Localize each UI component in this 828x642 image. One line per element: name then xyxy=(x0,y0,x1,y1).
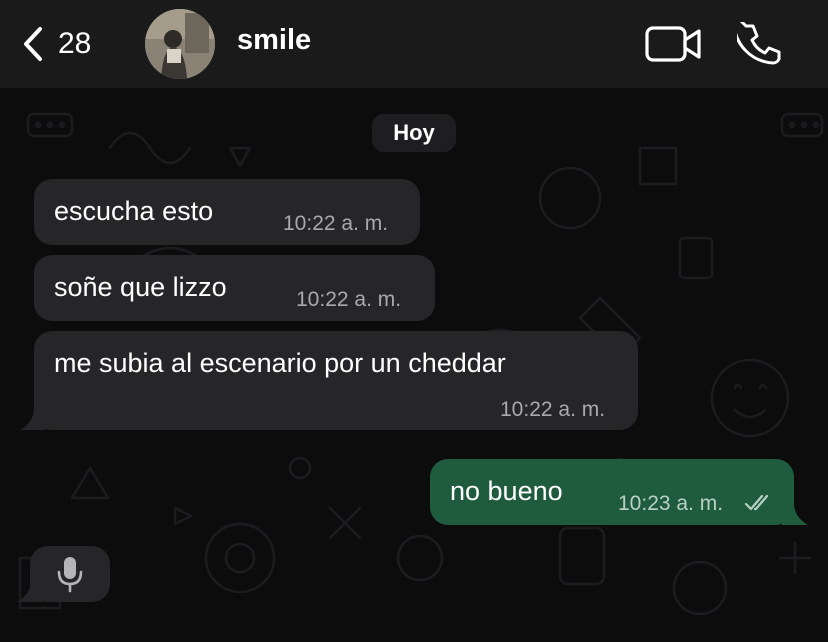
message-bubble-outgoing[interactable]: no bueno 10:23 a. m. xyxy=(430,459,794,525)
chat-screen: 28 smile Hoy escucha esto 10:22 a. m. so… xyxy=(0,0,828,642)
message-bubble[interactable]: soñe que lizzo 10:22 a. m. xyxy=(34,255,435,321)
message-text: escucha esto xyxy=(54,196,214,226)
bubble-tail xyxy=(17,580,43,602)
voice-call-button[interactable] xyxy=(732,16,781,66)
phone-icon xyxy=(732,16,781,65)
message-bubble[interactable]: escucha esto 10:22 a. m. xyxy=(34,179,420,245)
message-time: 10:22 a. m. xyxy=(500,398,606,421)
message-time: 10:22 a. m. xyxy=(283,212,389,235)
message-bubble[interactable]: me subia al escenario por un cheddar 10:… xyxy=(34,331,638,430)
video-call-button[interactable] xyxy=(645,24,703,64)
contact-name[interactable]: smile xyxy=(237,24,311,57)
bubble-tail xyxy=(782,503,808,525)
back-button[interactable]: 28 xyxy=(22,22,91,66)
avatar-photo xyxy=(145,9,215,79)
video-camera-icon xyxy=(645,26,701,62)
chat-header: 28 smile xyxy=(0,0,828,89)
date-separator: Hoy xyxy=(372,114,456,152)
message-time: 10:22 a. m. xyxy=(296,288,402,311)
message-text: soñe que lizzo xyxy=(54,272,227,302)
message-text: no bueno xyxy=(450,476,563,506)
microphone-icon xyxy=(57,557,83,593)
message-text: me subia al escenario por un cheddar xyxy=(54,348,506,378)
avatar[interactable] xyxy=(145,9,215,79)
bubble-tail xyxy=(20,408,46,430)
double-check-icon xyxy=(744,494,769,511)
unread-count: 28 xyxy=(58,27,92,60)
chevron-left-icon xyxy=(24,27,42,61)
message-time: 10:23 a. m. xyxy=(618,492,724,515)
